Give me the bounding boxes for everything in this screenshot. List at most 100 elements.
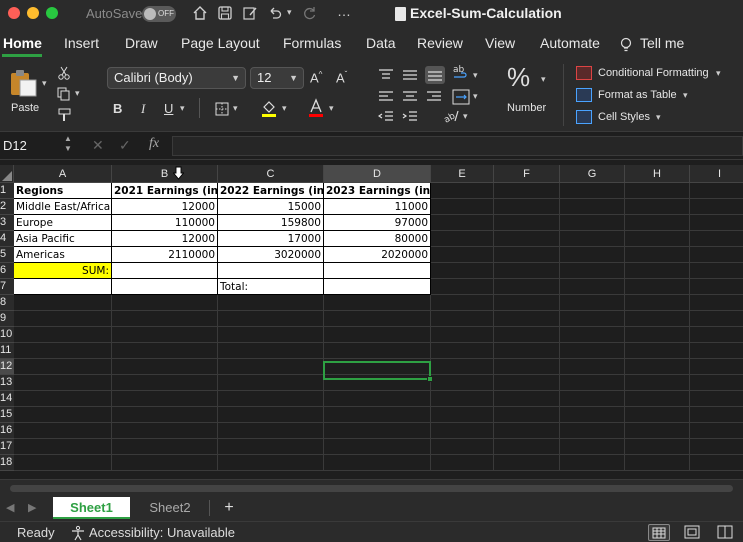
table-cell[interactable] [324,279,431,295]
fill-color-dropdown-icon[interactable]: ▾ [282,103,287,114]
cell[interactable] [560,439,625,455]
cell[interactable] [690,407,743,423]
home-icon[interactable] [191,5,209,23]
cell[interactable] [690,183,743,199]
cell[interactable] [625,375,690,391]
total-label-cell[interactable]: Total: [218,279,324,295]
table-cell[interactable]: 2110000 [112,247,218,263]
cell[interactable] [14,375,112,391]
minimize-window-button[interactable] [27,7,39,19]
conditional-formatting-button[interactable]: Conditional Formatting [598,67,709,79]
cell[interactable] [324,423,431,439]
italic-button[interactable]: I [141,101,145,117]
cell[interactable] [14,343,112,359]
cell[interactable] [625,327,690,343]
borders-dropdown-icon[interactable]: ▾ [233,103,238,114]
cell[interactable] [560,343,625,359]
cancel-icon[interactable]: ✕ [92,137,104,154]
font-color-icon[interactable] [307,98,325,121]
align-center-icon[interactable] [402,90,418,107]
merge-dropdown-icon[interactable]: ▾ [473,91,478,102]
row-header-18[interactable]: 18 [0,455,14,471]
tab-data[interactable]: Data [366,35,396,51]
table-cell[interactable]: 12000 [112,231,218,247]
cell[interactable] [625,343,690,359]
cell[interactable] [625,215,690,231]
cell[interactable] [431,199,494,215]
add-sheet-button[interactable]: + [218,497,240,519]
row-header-16[interactable]: 16 [0,423,14,439]
row-header-8[interactable]: 8 [0,295,14,311]
chevron-down-icon[interactable]: ▾ [716,68,721,79]
cell[interactable] [218,327,324,343]
undo-dropdown-icon[interactable]: ▾ [287,7,292,18]
cell[interactable] [690,423,743,439]
cell[interactable] [560,295,625,311]
formula-input[interactable] [172,136,743,156]
sheet-tab-sheet2[interactable]: Sheet2 [133,497,207,519]
cell[interactable] [14,295,112,311]
cell[interactable] [324,407,431,423]
next-sheet-icon[interactable]: ▶ [28,501,36,514]
cell[interactable] [625,199,690,215]
cell[interactable] [560,423,625,439]
align-top-icon[interactable] [378,68,394,85]
paste-dropdown-icon[interactable]: ▾ [42,78,47,89]
cell[interactable] [14,439,112,455]
cell[interactable] [625,263,690,279]
sum-label-cell[interactable]: SUM: [14,263,112,279]
tab-view[interactable]: View [485,35,515,51]
accessibility-status[interactable]: Accessibility: Unavailable [89,525,235,540]
table-cell[interactable]: 80000 [324,231,431,247]
cell[interactable] [690,199,743,215]
redo-icon[interactable] [301,5,319,23]
cell[interactable] [560,199,625,215]
cell[interactable] [494,183,560,199]
close-window-button[interactable] [8,7,20,19]
sum-value-cell[interactable] [112,263,218,279]
cell[interactable] [112,423,218,439]
cell[interactable] [324,439,431,455]
undo-icon[interactable] [266,5,284,23]
cell[interactable] [494,215,560,231]
row-header-3[interactable]: 3 [0,215,14,231]
row-header-10[interactable]: 10 [0,327,14,343]
scroll-thumb[interactable] [10,485,733,492]
cell[interactable] [431,183,494,199]
cell[interactable] [112,391,218,407]
cell[interactable] [494,359,560,375]
cell[interactable] [625,391,690,407]
column-header-f[interactable]: F [494,165,560,183]
cell[interactable] [494,231,560,247]
cell[interactable] [431,247,494,263]
cell[interactable] [431,215,494,231]
cell[interactable] [494,343,560,359]
table-cell[interactable]: 3020000 [218,247,324,263]
row-header-4[interactable]: 4 [0,231,14,247]
cell[interactable] [431,455,494,471]
table-header-cell[interactable]: 2022 Earnings (in $) [218,183,324,199]
fill-handle[interactable] [427,376,433,382]
underline-button[interactable]: U [164,101,173,116]
font-size-dropdown[interactable]: 12 ▼ [250,67,304,89]
orientation-icon[interactable]: ab [442,108,460,127]
more-options-icon[interactable]: … [337,3,351,19]
cell[interactable] [625,423,690,439]
row-header-15[interactable]: 15 [0,407,14,423]
column-header-c[interactable]: C [218,165,324,183]
cell[interactable] [494,247,560,263]
cell[interactable] [324,455,431,471]
copy-dropdown-icon[interactable]: ▾ [75,88,80,99]
table-cell[interactable]: 11000 [324,199,431,215]
cell[interactable] [431,295,494,311]
cell[interactable] [494,295,560,311]
column-header-b[interactable]: B [112,165,218,183]
row-header-9[interactable]: 9 [0,311,14,327]
cell[interactable] [431,375,494,391]
cell[interactable] [560,327,625,343]
sum-value-cell[interactable] [218,263,324,279]
cell[interactable] [560,391,625,407]
align-bottom-icon[interactable] [425,66,445,84]
fill-color-icon[interactable] [260,98,278,121]
cell[interactable] [218,391,324,407]
